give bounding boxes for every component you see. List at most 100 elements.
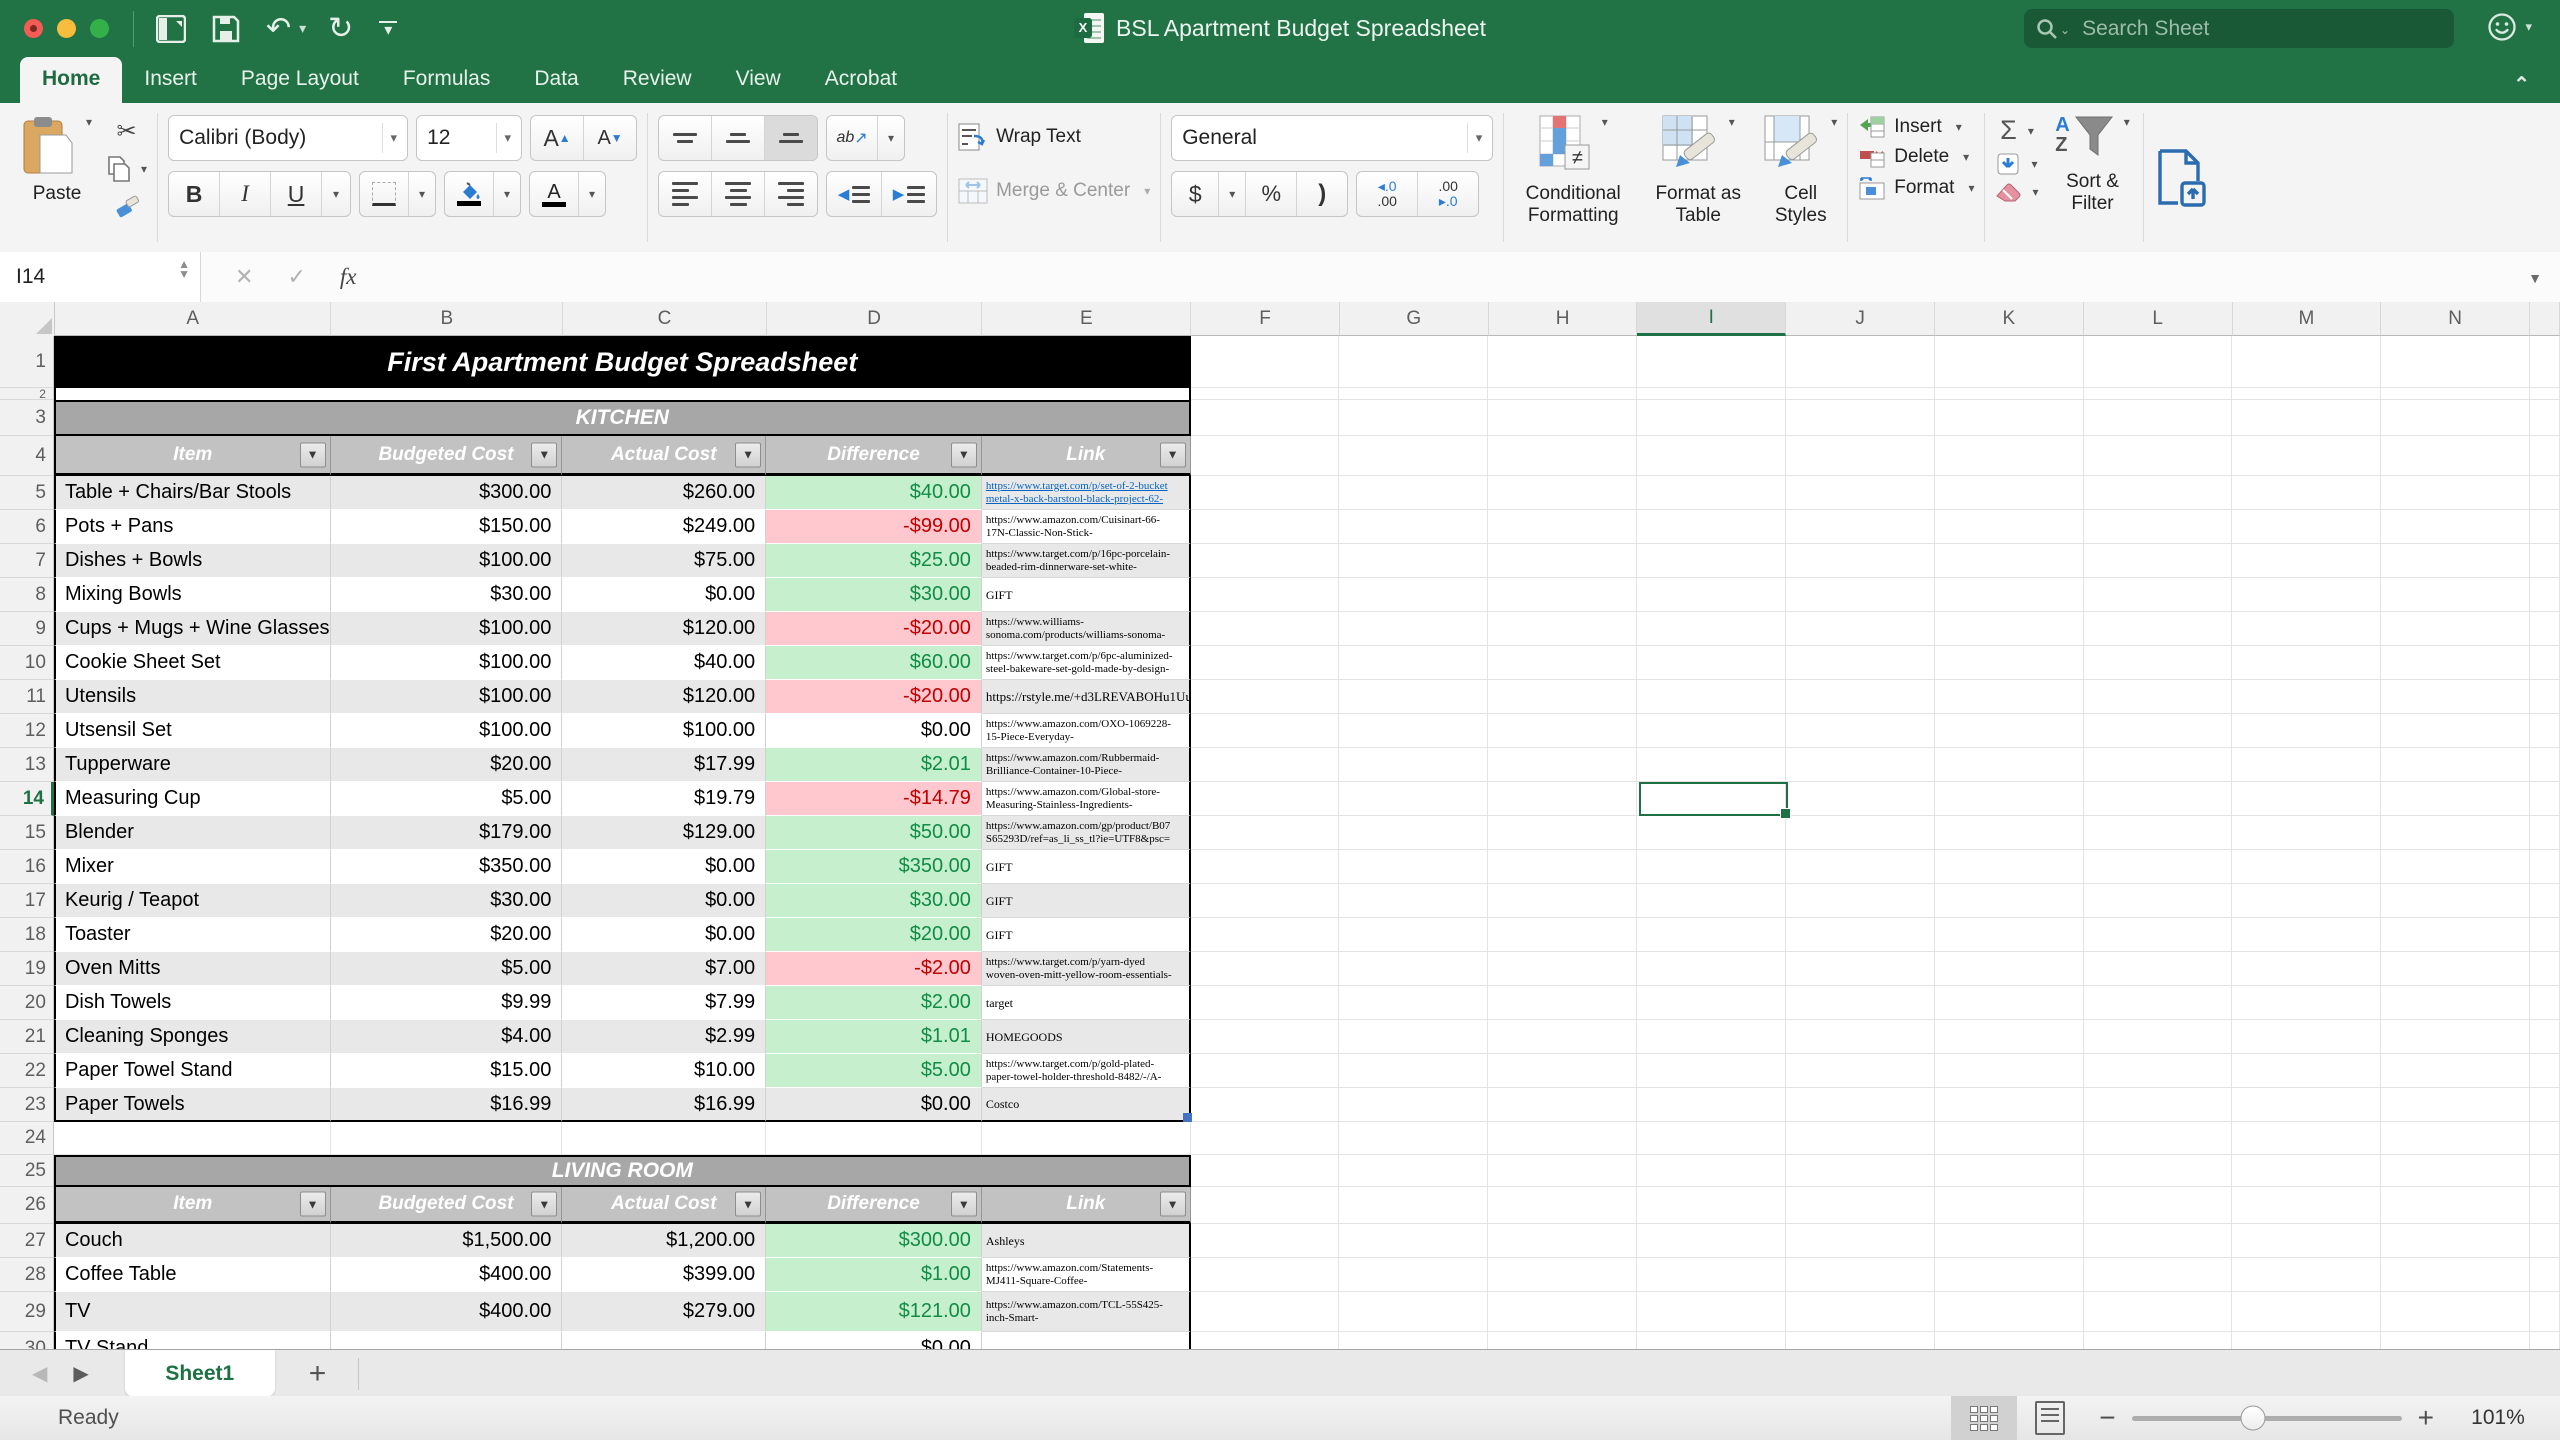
format-as-table-button[interactable]: ▾ Format as Table bbox=[1650, 115, 1746, 252]
cell-I18[interactable] bbox=[1637, 918, 1786, 952]
cell-M18[interactable] bbox=[2232, 918, 2381, 952]
cell-D6[interactable]: -$99.00 bbox=[766, 510, 982, 544]
cell-G9[interactable] bbox=[1339, 612, 1488, 646]
export-share-icon[interactable] bbox=[2154, 149, 2208, 207]
cell-H18[interactable] bbox=[1488, 918, 1637, 952]
cell-F17[interactable] bbox=[1191, 884, 1340, 918]
cell-M8[interactable] bbox=[2232, 578, 2381, 612]
row-header-30[interactable]: 30 bbox=[0, 1332, 54, 1349]
cell-A17[interactable]: Keurig / Teapot bbox=[54, 884, 331, 918]
cell-I1[interactable] bbox=[1637, 336, 1786, 388]
sidebar-toggle-icon[interactable] bbox=[156, 15, 186, 43]
format-cells-button[interactable]: Format ▾ bbox=[1858, 175, 1974, 201]
cell-M20[interactable] bbox=[2232, 986, 2381, 1020]
cell-E16[interactable]: GIFT bbox=[982, 850, 1191, 884]
cell-N18[interactable] bbox=[2381, 918, 2530, 952]
fill-dropdown-icon[interactable]: ▾ bbox=[2031, 157, 2037, 171]
cell-J3[interactable] bbox=[1786, 400, 1935, 436]
cell-I12[interactable] bbox=[1637, 714, 1786, 748]
wrap-text-button[interactable]: Wrap Text bbox=[958, 115, 1150, 159]
cell-C11[interactable]: $120.00 bbox=[562, 680, 766, 714]
cell-F2[interactable] bbox=[1191, 388, 1340, 400]
cell-A29[interactable]: TV bbox=[54, 1292, 331, 1332]
cell-N14[interactable] bbox=[2381, 782, 2530, 816]
autosum-dropdown-icon[interactable]: ▾ bbox=[2028, 124, 2034, 138]
cell-J26[interactable] bbox=[1786, 1187, 1935, 1224]
cell-G10[interactable] bbox=[1339, 646, 1488, 680]
merge-center-button[interactable]: Merge & Center ▾ bbox=[958, 169, 1150, 213]
row-header-1[interactable]: 1 bbox=[0, 336, 54, 388]
zoom-out-button[interactable]: − bbox=[2083, 1402, 2131, 1434]
paste-button[interactable]: ▾ Paste bbox=[22, 115, 92, 223]
cell-M26[interactable] bbox=[2232, 1187, 2381, 1224]
cell-H10[interactable] bbox=[1488, 646, 1637, 680]
clear-button[interactable]: ▾ bbox=[1995, 182, 2038, 202]
cell-L29[interactable] bbox=[2084, 1292, 2233, 1332]
cell-I20[interactable] bbox=[1637, 986, 1786, 1020]
cell-H30[interactable] bbox=[1488, 1332, 1637, 1349]
cell-D18[interactable]: $20.00 bbox=[766, 918, 982, 952]
number-format-select[interactable]: General▾ bbox=[1171, 115, 1493, 161]
cell-C28[interactable]: $399.00 bbox=[562, 1258, 766, 1292]
cell-B21[interactable]: $4.00 bbox=[331, 1020, 563, 1054]
cell-C18[interactable]: $0.00 bbox=[562, 918, 766, 952]
cell-M1[interactable] bbox=[2232, 336, 2381, 388]
cell-M22[interactable] bbox=[2232, 1054, 2381, 1088]
row-header-14[interactable]: 14 bbox=[0, 782, 54, 816]
cell-E23[interactable]: Costco bbox=[982, 1088, 1191, 1122]
cell-I23[interactable] bbox=[1637, 1088, 1786, 1122]
format-painter-icon[interactable] bbox=[114, 192, 140, 223]
cell-A21[interactable]: Cleaning Sponges bbox=[54, 1020, 331, 1054]
cell-M4[interactable] bbox=[2232, 436, 2381, 476]
zoom-in-button[interactable]: + bbox=[2402, 1402, 2450, 1434]
autosum-button[interactable]: Σ▾ bbox=[2000, 115, 2034, 146]
sort-filter-dropdown-icon[interactable]: ▾ bbox=[2124, 115, 2130, 129]
row-header-19[interactable]: 19 bbox=[0, 952, 54, 986]
cell-N23[interactable] bbox=[2381, 1088, 2530, 1122]
cell-N5[interactable] bbox=[2381, 476, 2530, 510]
cell-L25[interactable] bbox=[2084, 1155, 2233, 1187]
cell-G20[interactable] bbox=[1339, 986, 1488, 1020]
cell-I17[interactable] bbox=[1637, 884, 1786, 918]
row-header-21[interactable]: 21 bbox=[0, 1020, 54, 1054]
cell-D17[interactable]: $30.00 bbox=[766, 884, 982, 918]
row-header-25[interactable]: 25 bbox=[0, 1155, 54, 1187]
cell-I7[interactable] bbox=[1637, 544, 1786, 578]
filter-dropdown-icon[interactable]: ▼ bbox=[1160, 1192, 1186, 1217]
cell-L23[interactable] bbox=[2084, 1088, 2233, 1122]
row-header-9[interactable]: 9 bbox=[0, 612, 54, 646]
row-header-2[interactable]: 2 bbox=[0, 388, 54, 400]
cell-G21[interactable] bbox=[1339, 1020, 1488, 1054]
cell-E29[interactable]: https://www.amazon.com/TCL-55S425-inch-S… bbox=[982, 1292, 1191, 1332]
cell-I15[interactable] bbox=[1637, 816, 1786, 850]
cell-D23[interactable]: $0.00 bbox=[766, 1088, 982, 1122]
cell-L11[interactable] bbox=[2084, 680, 2233, 714]
cell-L6[interactable] bbox=[2084, 510, 2233, 544]
column-header-K[interactable]: K bbox=[1935, 302, 2084, 336]
cell-D10[interactable]: $60.00 bbox=[766, 646, 982, 680]
cell-A7[interactable]: Dishes + Bowls bbox=[54, 544, 331, 578]
cell-I27[interactable] bbox=[1637, 1224, 1786, 1258]
column-header-H[interactable]: H bbox=[1489, 302, 1638, 336]
cell-L18[interactable] bbox=[2084, 918, 2233, 952]
cell-K23[interactable] bbox=[1935, 1088, 2084, 1122]
font-size-select[interactable]: 12▾ bbox=[416, 115, 522, 161]
cell-C6[interactable]: $249.00 bbox=[562, 510, 766, 544]
cell-J28[interactable] bbox=[1786, 1258, 1935, 1292]
cell-H25[interactable] bbox=[1488, 1155, 1637, 1187]
cell-N4[interactable] bbox=[2381, 436, 2530, 476]
zoom-slider-thumb[interactable] bbox=[2241, 1406, 2266, 1431]
row-header-5[interactable]: 5 bbox=[0, 476, 54, 510]
cell-L27[interactable] bbox=[2084, 1224, 2233, 1258]
column-header-N[interactable]: N bbox=[2381, 302, 2530, 336]
cell-J9[interactable] bbox=[1786, 612, 1935, 646]
cut-icon[interactable]: ✂ bbox=[116, 117, 136, 146]
spacer-row-cell[interactable] bbox=[54, 388, 1191, 400]
cell-C23[interactable]: $16.99 bbox=[562, 1088, 766, 1122]
insert-function-icon[interactable]: fx bbox=[340, 264, 357, 290]
cell-M23[interactable] bbox=[2232, 1088, 2381, 1122]
cell-H4[interactable] bbox=[1488, 436, 1637, 476]
cell-C15[interactable]: $129.00 bbox=[562, 816, 766, 850]
cell-J25[interactable] bbox=[1786, 1155, 1935, 1187]
cell-J20[interactable] bbox=[1786, 986, 1935, 1020]
